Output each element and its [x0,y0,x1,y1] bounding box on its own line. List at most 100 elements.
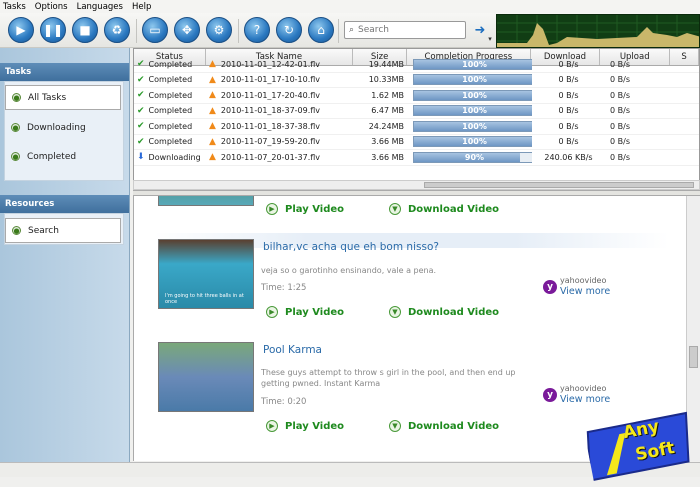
cell-size: 19.44MB [368,59,404,69]
home-button[interactable]: ⌂ [308,17,334,43]
view-more-link[interactable]: View more [560,394,610,405]
cell-download: 0 B/s [558,90,579,100]
menu-tasks[interactable]: Tasks [3,2,26,12]
cell-task-name: ▲ 2010-11-01_17-10-10.flv [209,74,321,85]
chevron-down-icon: ▾ [488,35,492,43]
vlc-icon: ▲ [209,152,216,163]
table-row[interactable]: ✔ Completed ▲ 2010-11-01_17-20-40.flv 1.62 M… [134,88,699,104]
play-video-link[interactable]: ▶ Play Video [266,420,344,432]
cell-upload: 0 B/s [610,137,630,147]
progress-bar: 100% [413,89,532,101]
table-row[interactable]: ✔ Completed ▲ 2010-11-07_19-59-20.flv 3.66 M… [134,135,699,150]
download-icon: ▼ [389,420,401,432]
cell-status: ⬇ Downloading [137,152,201,163]
menu-help[interactable]: Help [132,2,151,12]
cell-status: ✔ Completed [137,59,193,70]
pause-button[interactable]: ❚❚ [40,17,66,43]
play-icon: ▶ [266,306,278,318]
download-video-link[interactable]: ▼ Download Video [389,306,499,318]
cell-task-name: ▲ 2010-11-01_12-42-01.flv [209,59,321,70]
video-thumbnail[interactable] [158,196,254,206]
menu-languages[interactable]: Languages [77,2,123,12]
play-video-link[interactable]: ▶ Play Video [266,203,344,215]
table-row[interactable]: ✔ Completed ▲ 2010-11-01_12-42-01.flv 19.44M… [134,57,699,73]
pause-icon: ❚❚ [42,23,64,37]
settings-button[interactable]: ⚙ [206,17,232,43]
delete-button[interactable]: ♻ [104,17,130,43]
cell-upload: 0 B/s [610,106,630,116]
stop-button[interactable]: ■ [72,17,98,43]
cell-upload: 0 B/s [610,59,630,69]
video-title[interactable]: bilhar,vc acha que eh bom nisso? [263,241,439,253]
hscroll-thumb[interactable] [424,182,694,188]
cell-status: ✔ Completed [137,105,193,116]
cell-progress: 100% [408,136,532,148]
download-icon: ▼ [389,203,401,215]
vlc-icon: ▲ [209,59,216,70]
download-arrow-icon: ⬇ [137,152,145,163]
open-folder-button[interactable]: ▭ [142,17,168,43]
start-button[interactable]: ▶ [8,17,34,43]
cell-progress: 100% [408,105,532,117]
cell-download: 240.06 KB/s [544,152,593,162]
cell-status: ✔ Completed [137,136,193,147]
video-thumbnail[interactable]: I'm going to hit three balls in at once [158,239,254,309]
video-title[interactable]: Pool Karma [263,344,322,356]
table-row[interactable]: ✔ Completed ▲ 2010-11-01_18-37-38.flv 24.24M… [134,119,699,135]
video-source: yahoovideo [560,276,607,285]
cell-size: 10.33MB [368,75,404,85]
vscroll-thumb[interactable] [689,346,698,368]
menu-options[interactable]: Options [35,2,68,12]
video-thumbnail[interactable] [158,342,254,412]
video-description: veja so o garotinho ensinando, vale a pe… [261,266,437,275]
download-video-link[interactable]: ▼ Download Video [389,420,499,432]
sidebar-item-label: All Tasks [28,92,67,103]
video-time: Time: 0:20 [261,397,307,407]
search-icon: ● [12,226,21,235]
cell-download: 0 B/s [558,75,579,85]
table-row[interactable]: ✔ Completed ▲ 2010-11-01_17-10-10.flv 10.33M… [134,73,699,88]
cell-progress: 100% [408,58,532,70]
download-video-link[interactable]: ▼ Download Video [389,203,499,215]
expand-icon: ✥ [181,23,193,37]
cell-task-name: ▲ 2010-11-01_18-37-09.flv [209,105,321,116]
view-more-link[interactable]: View more [560,286,610,297]
play-video-link[interactable]: ▶ Play Video [266,306,344,318]
search-input[interactable] [358,25,459,35]
sidebar-item-label: Completed [27,151,77,162]
cell-download: 0 B/s [558,59,579,69]
fullscreen-button[interactable]: ✥ [174,17,200,43]
recycle-icon: ♻ [111,23,123,37]
sidebar-item-label: Search [28,225,59,236]
resources-header: Resources [0,195,129,213]
yahoo-icon: y [543,280,557,294]
toolbar-separator [238,19,239,43]
gear-icon: ⚙ [213,23,225,37]
tasks-header: Tasks [0,63,129,81]
table-hscrollbar[interactable] [133,180,700,190]
update-button[interactable]: ↻ [276,17,302,43]
cell-upload: 0 B/s [610,90,630,100]
sidebar-item-all-tasks[interactable]: ● All Tasks [5,85,121,110]
sidebar-item-completed[interactable]: ● Completed [5,144,121,169]
help-button[interactable]: ? [244,17,270,43]
cell-size: 24.24MB [368,121,404,131]
cell-task-name: ▲ 2010-11-01_18-37-38.flv [209,121,321,132]
cell-size: 3.66 MB [371,152,404,162]
video-source: yahoovideo [560,384,607,393]
sidebar-item-downloading[interactable]: ● Downloading [5,115,121,140]
cell-status: ✔ Completed [137,121,193,132]
cell-size: 1.62 MB [371,90,404,100]
check-icon: ✔ [137,90,145,101]
home-icon: ⌂ [317,23,325,37]
sidebar-item-search[interactable]: ● Search [5,218,121,243]
progress-bar: 100% [413,74,532,86]
toolbar-separator [338,19,339,43]
play-icon: ▶ [16,23,26,37]
folder-icon: ▭ [149,23,161,37]
column-extra[interactable]: S [670,49,699,65]
table-row[interactable]: ⬇ Downloading ▲ 2010-11-07_20-01-37.flv 3.66… [134,150,699,166]
play-icon: ▶ [266,203,278,215]
table-row[interactable]: ✔ Completed ▲ 2010-11-01_18-37-09.flv 6.47 M… [134,104,699,119]
cell-size: 3.66 MB [371,137,404,147]
